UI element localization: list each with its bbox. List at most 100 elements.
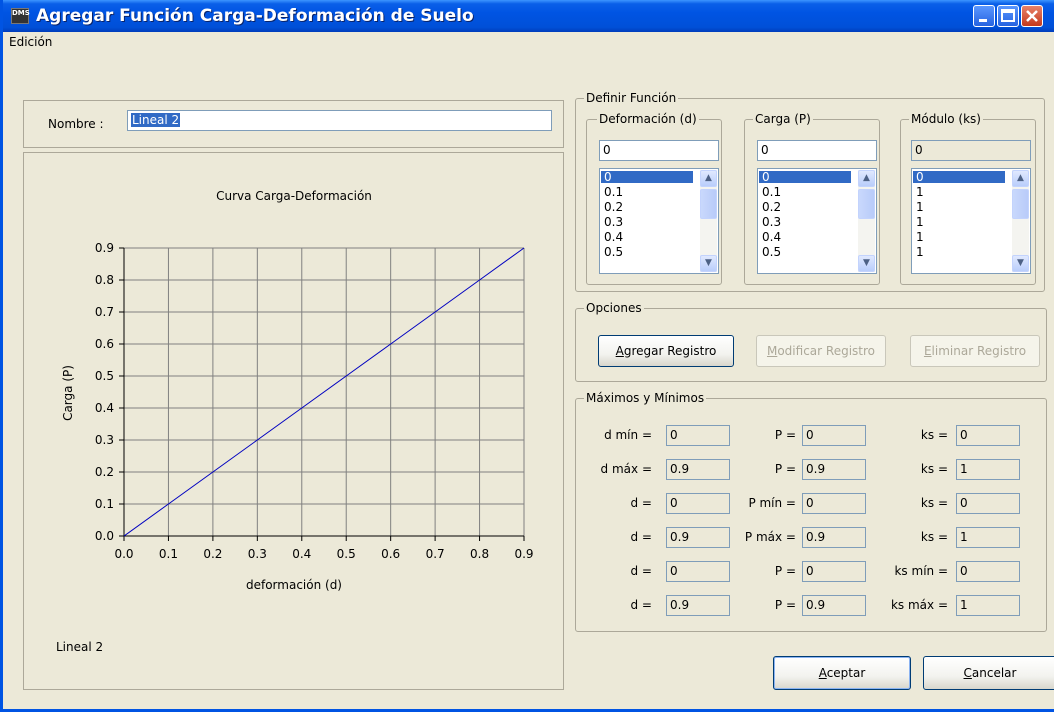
menu-bar: Edición	[3, 32, 1054, 53]
list-item[interactable]: 0.3	[601, 216, 693, 228]
maxmin-value[interactable]: 0	[956, 425, 1020, 446]
maxmin-label: d =	[630, 598, 653, 612]
list-item[interactable]: 1	[913, 231, 1005, 243]
maxmin-label: d =	[630, 564, 653, 578]
title-bar[interactable]: DMS Agregar Función Carga-Deformación de…	[3, 0, 1054, 32]
maxmin-value[interactable]: 0	[802, 425, 866, 446]
maxmin-value[interactable]: 1	[956, 459, 1020, 480]
list-item[interactable]: 1	[913, 246, 1005, 258]
scroll-down-icon[interactable]: ▼	[858, 255, 875, 272]
maxmin-value[interactable]: 0	[666, 493, 730, 514]
x-tick-label: 0.4	[292, 547, 311, 561]
maxmin-value[interactable]: 0.9	[802, 459, 866, 480]
x-tick-label: 0.1	[159, 547, 178, 561]
minimize-button[interactable]	[973, 5, 995, 27]
maxmin-label: P =	[774, 598, 796, 612]
maxmin-value[interactable]: 0	[802, 561, 866, 582]
load-deformation-chart: Curva Carga-Deformación 0.0 0.1 0.2 0.3 0.4 0…	[56, 189, 534, 654]
maxmin-value[interactable]: 0.9	[802, 527, 866, 548]
deformacion-list[interactable]: 0 0.1 0.2 0.3 0.4 0.5 ▲ ▼	[599, 168, 719, 274]
maximos-minimos-title: Máximos y Mínimos	[584, 391, 707, 405]
x-tick-label: 0.0	[114, 547, 133, 561]
scroll-thumb[interactable]	[700, 189, 717, 219]
maxmin-value[interactable]: 0.9	[666, 595, 730, 616]
maxmin-label: P =	[774, 428, 796, 442]
maxmin-value[interactable]: 1	[956, 527, 1020, 548]
list-item[interactable]: 0.4	[601, 231, 693, 243]
carga-input[interactable]: 0	[757, 140, 877, 161]
scroll-down-icon[interactable]: ▼	[1012, 255, 1029, 272]
eliminar-registro-button[interactable]: Eliminar Registro	[910, 335, 1040, 367]
maxmin-label: ks máx =	[890, 598, 948, 612]
scroll-thumb[interactable]	[1012, 189, 1029, 219]
maxmin-label: d =	[630, 496, 653, 510]
cancelar-button[interactable]: Cancelar	[923, 656, 1054, 690]
maxmin-label: ks =	[920, 496, 948, 510]
y-tick-label: 0.1	[95, 497, 114, 511]
y-tick-label: 0.9	[95, 241, 114, 255]
modificar-registro-button[interactable]: Modificar Registro	[756, 335, 886, 367]
agregar-registro-button[interactable]: Agregar Registro	[598, 335, 734, 367]
modulo-group: Módulo (ks) 0 0 1 1 1 1 1 ▲ ▼	[900, 112, 1036, 285]
maxmin-value[interactable]: 1	[956, 595, 1020, 616]
carga-scrollbar[interactable]: ▲ ▼	[858, 170, 875, 272]
maxmin-label: P mín =	[748, 496, 796, 510]
definir-funcion-title: Definir Función	[584, 91, 679, 105]
maxmin-label: ks mín =	[894, 564, 948, 578]
maxmin-value[interactable]: 0	[956, 493, 1020, 514]
list-item[interactable]: 0.2	[601, 201, 693, 213]
list-item[interactable]: 0	[601, 171, 693, 183]
maxmin-label: d =	[630, 530, 653, 544]
scroll-down-icon[interactable]: ▼	[700, 255, 717, 272]
scroll-up-icon[interactable]: ▲	[1012, 170, 1029, 187]
y-tick-label: 0.4	[95, 401, 114, 415]
maxmin-value[interactable]: 0.9	[666, 459, 730, 480]
list-item[interactable]: 1	[913, 216, 1005, 228]
list-item[interactable]: 1	[913, 201, 1005, 213]
list-item[interactable]: 0	[759, 171, 851, 183]
maximos-minimos-group: Máximos y Mínimos d mín = 0 P = 0 ks = 0 d máx…	[575, 391, 1047, 632]
scroll-thumb[interactable]	[858, 189, 875, 219]
modulo-list[interactable]: 0 1 1 1 1 1 ▲ ▼	[911, 168, 1031, 274]
maxmin-label: ks =	[920, 428, 948, 442]
list-item[interactable]: 0.1	[601, 186, 693, 198]
list-item[interactable]: 0.2	[759, 201, 851, 213]
list-item[interactable]: 0.5	[759, 246, 851, 258]
modulo-scrollbar[interactable]: ▲ ▼	[1012, 170, 1029, 272]
maxmin-value[interactable]: 0.9	[666, 527, 730, 548]
carga-list[interactable]: 0 0.1 0.2 0.3 0.4 0.5 ▲ ▼	[757, 168, 877, 274]
chart-title: Curva Carga-Deformación	[216, 189, 372, 203]
maximize-button[interactable]	[997, 5, 1019, 27]
chart-y-label: Carga (P)	[61, 365, 75, 421]
close-button[interactable]	[1021, 5, 1043, 27]
deformacion-title: Deformación (d)	[597, 112, 699, 126]
aceptar-button[interactable]: Aceptar	[773, 656, 911, 690]
maxmin-value[interactable]: 0	[666, 561, 730, 582]
list-item[interactable]: 1	[913, 186, 1005, 198]
deformacion-input[interactable]: 0	[599, 140, 719, 161]
list-item[interactable]: 0	[913, 171, 1005, 183]
scroll-up-icon[interactable]: ▲	[700, 170, 717, 187]
nombre-input[interactable]: Lineal 2	[127, 110, 552, 131]
maxmin-value[interactable]: 0.9	[802, 595, 866, 616]
deformacion-scrollbar[interactable]: ▲ ▼	[700, 170, 717, 272]
list-item[interactable]: 0.4	[759, 231, 851, 243]
maxmin-value[interactable]: 0	[666, 425, 730, 446]
scroll-up-icon[interactable]: ▲	[858, 170, 875, 187]
modulo-title: Módulo (ks)	[909, 112, 983, 126]
maxmin-value[interactable]: 0	[956, 561, 1020, 582]
modulo-input[interactable]: 0	[911, 140, 1031, 161]
chart-footer-label: Lineal 2	[56, 640, 103, 654]
nombre-panel: Nombre : Lineal 2	[23, 100, 564, 148]
list-item[interactable]: 0.3	[759, 216, 851, 228]
list-item[interactable]: 0.5	[601, 246, 693, 258]
maxmin-value[interactable]: 0	[802, 493, 866, 514]
minimize-icon	[979, 19, 987, 22]
nombre-value: Lineal 2	[131, 113, 181, 127]
menu-edicion[interactable]: Edición	[9, 35, 52, 49]
list-item[interactable]: 0.1	[759, 186, 851, 198]
app-icon: DMS	[11, 8, 30, 24]
chart-x-label: deformación (d)	[246, 578, 342, 592]
deformacion-group: Deformación (d) 0 0 0.1 0.2 0.3 0.4 0.5 ▲ ▼	[586, 112, 722, 285]
y-tick-label: 0.5	[95, 369, 114, 383]
